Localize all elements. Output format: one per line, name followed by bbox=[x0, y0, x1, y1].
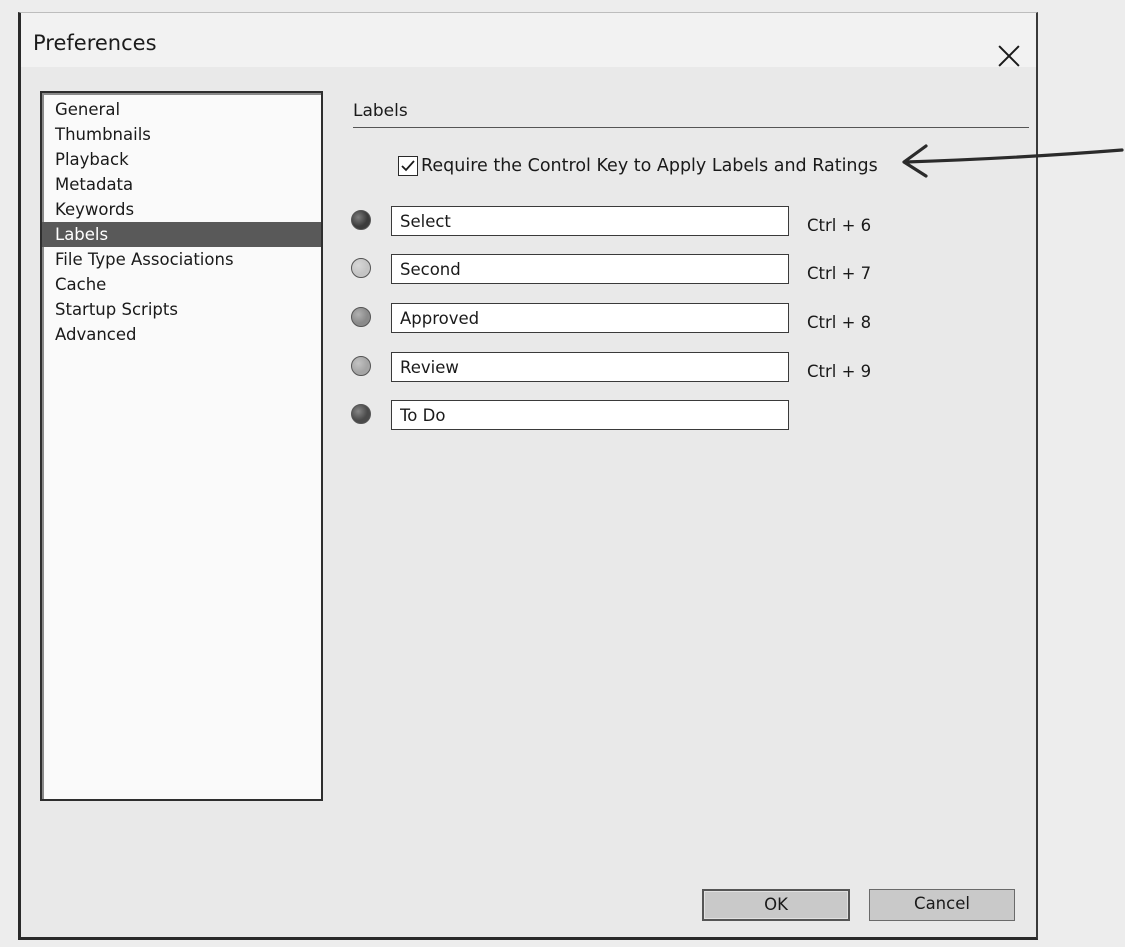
label-name-input[interactable] bbox=[391, 254, 789, 284]
require-control-key-row[interactable]: Require the Control Key to Apply Labels … bbox=[398, 156, 878, 176]
window-title: Preferences bbox=[33, 31, 157, 55]
page: Preferences General Thumbnails Playback Met… bbox=[0, 0, 1125, 947]
cancel-button[interactable]: Cancel bbox=[869, 889, 1015, 921]
require-control-key-label: Require the Control Key to Apply Labels … bbox=[421, 156, 878, 176]
sidebar-item-cache[interactable]: Cache bbox=[42, 272, 321, 297]
require-control-key-checkbox[interactable] bbox=[398, 156, 418, 176]
preferences-dialog: Preferences General Thumbnails Playback Met… bbox=[18, 12, 1038, 940]
sidebar-item-startup-scripts[interactable]: Startup Scripts bbox=[42, 297, 321, 322]
label-name-input[interactable] bbox=[391, 352, 789, 382]
sidebar-item-labels[interactable]: Labels bbox=[42, 222, 321, 247]
section-header: Labels bbox=[353, 101, 408, 121]
ok-button[interactable]: OK bbox=[702, 889, 850, 921]
sidebar-item-thumbnails[interactable]: Thumbnails bbox=[42, 122, 321, 147]
label-name-input[interactable] bbox=[391, 400, 789, 430]
label-name-input[interactable] bbox=[391, 206, 789, 236]
sidebar-item-file-type-associations[interactable]: File Type Associations bbox=[42, 247, 321, 272]
sidebar-item-metadata[interactable]: Metadata bbox=[42, 172, 321, 197]
sidebar-item-playback[interactable]: Playback bbox=[42, 147, 321, 172]
label-color-swatch bbox=[351, 258, 371, 278]
close-icon[interactable] bbox=[996, 43, 1022, 69]
sidebar-item-general[interactable]: General bbox=[42, 97, 321, 122]
label-color-swatch bbox=[351, 356, 371, 376]
label-shortcut: Ctrl + 7 bbox=[807, 264, 872, 283]
checkmark-icon bbox=[401, 160, 415, 172]
sidebar-item-keywords[interactable]: Keywords bbox=[42, 197, 321, 222]
sidebar-item-advanced[interactable]: Advanced bbox=[42, 322, 321, 347]
label-color-swatch bbox=[351, 210, 371, 230]
title-bar: Preferences bbox=[21, 13, 1036, 67]
section-divider bbox=[353, 127, 1029, 128]
annotation-arrow-icon bbox=[902, 144, 1124, 178]
label-color-swatch bbox=[351, 404, 371, 424]
label-shortcut: Ctrl + 6 bbox=[807, 216, 872, 235]
label-shortcut: Ctrl + 8 bbox=[807, 313, 872, 332]
label-color-swatch bbox=[351, 307, 371, 327]
label-name-input[interactable] bbox=[391, 303, 789, 333]
label-shortcut: Ctrl + 9 bbox=[807, 362, 872, 381]
category-list: General Thumbnails Playback Metadata Keyword… bbox=[40, 91, 323, 801]
